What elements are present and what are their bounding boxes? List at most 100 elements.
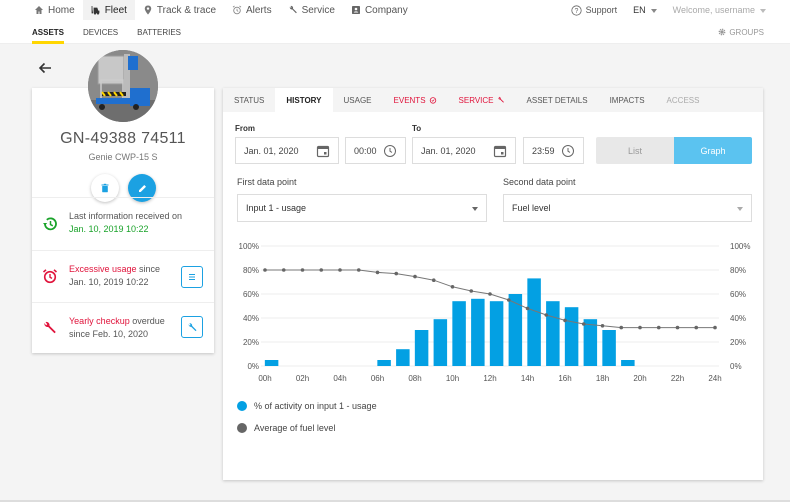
x-tick-label: 18h (596, 374, 609, 383)
subnav-batteries[interactable]: BATTERIES (137, 20, 181, 44)
tab-events[interactable]: EVENTS (383, 88, 448, 112)
to-time-input[interactable]: 23:59 (523, 137, 584, 164)
nav-service[interactable]: Service (280, 0, 343, 20)
bar (583, 319, 598, 366)
tab-service-label: SERVICE (458, 95, 494, 105)
support-label: Support (585, 5, 618, 15)
fuel-level-point (413, 274, 417, 279)
fuel-level-point (638, 325, 642, 330)
legend-label-fuel: Average of fuel level (254, 423, 336, 433)
alarm-clock-icon (232, 5, 242, 15)
wrench-icon (44, 321, 56, 334)
nav-service-label: Service (301, 4, 335, 16)
groups-button[interactable]: GROUPS (718, 20, 764, 44)
forklift-icon (91, 6, 100, 15)
subnav-devices[interactable]: DEVICES (83, 20, 118, 44)
legend-item-usage[interactable]: % of activity on input 1 - usage (237, 401, 377, 411)
alarm-icon (429, 97, 436, 104)
main-nav: Home Fleet Track & trace Alerts Service … (26, 0, 416, 20)
tab-service[interactable]: SERVICE (448, 88, 516, 112)
to-date-input[interactable]: Jan. 01, 2020 (412, 137, 516, 164)
chevron-down-icon (760, 8, 766, 13)
clock-icon[interactable] (561, 144, 575, 158)
fuel-level-point (375, 270, 380, 275)
legend-label-usage: % of activity on input 1 - usage (254, 401, 377, 411)
y-tick-label-left: 100% (239, 242, 259, 251)
tab-asset-details[interactable]: ASSET DETAILS (516, 88, 599, 112)
first-data-point-select[interactable]: Input 1 - usage (237, 194, 487, 222)
fuel-level-point (675, 325, 680, 330)
bar (546, 301, 560, 366)
bar (452, 301, 466, 366)
tab-history[interactable]: HISTORY (275, 88, 333, 112)
x-tick-label: 14h (521, 374, 534, 383)
y-tick-label-right: 80% (730, 266, 746, 275)
tab-impacts[interactable]: IMPACTS (599, 88, 656, 112)
tab-usage[interactable]: USAGE (333, 88, 383, 112)
second-data-point-value: Fuel level (512, 203, 551, 213)
calendar-icon[interactable] (493, 144, 507, 158)
groups-label: GROUPS (729, 27, 764, 37)
list-view-button[interactable]: List (596, 137, 674, 164)
user-menu[interactable]: Welcome, username (673, 5, 766, 15)
y-tick-label-right: 100% (730, 242, 750, 251)
language-dropdown[interactable]: EN (633, 5, 657, 15)
graph-view-button[interactable]: Graph (674, 137, 752, 164)
fuel-level-point (544, 313, 549, 317)
first-data-point-label: First data point (237, 177, 297, 187)
company-badge-icon (351, 6, 360, 14)
service-button[interactable] (181, 316, 203, 338)
y-tick-label-right: 60% (730, 290, 746, 299)
second-data-point-select[interactable]: Fuel level (503, 194, 752, 222)
y-tick-label-right: 40% (730, 314, 746, 323)
second-data-point-label: Second data point (503, 177, 576, 187)
checkup-label[interactable]: Yearly checkup (69, 316, 130, 326)
checkup-date: since Feb. 10, 2020 (69, 329, 149, 339)
fuel-level-point (394, 271, 399, 276)
bar (264, 360, 279, 366)
asset-tabs: STATUS HISTORY USAGE EVENTS SERVICE ASSE… (223, 88, 763, 112)
bar (377, 360, 391, 366)
asset-model: Genie CWP-15 S (88, 152, 158, 162)
legend-item-fuel[interactable]: Average of fuel level (237, 423, 335, 433)
x-tick-label: 00h (258, 374, 271, 383)
fuel-level-point (506, 298, 511, 302)
nav-company[interactable]: Company (343, 0, 416, 20)
y-tick-label-right: 20% (730, 338, 746, 347)
asset-id: GN-49388 74511 (60, 130, 186, 147)
back-arrow-icon[interactable] (37, 60, 53, 76)
user-nav: ? Support EN Welcome, username (570, 0, 766, 20)
tab-impacts-label: IMPACTS (609, 95, 645, 105)
tab-history-label: HISTORY (286, 95, 322, 105)
from-date-input[interactable]: Jan. 01, 2020 (235, 137, 339, 164)
chevron-down-icon (472, 207, 478, 211)
nav-home[interactable]: Home (26, 0, 83, 20)
bar (489, 301, 504, 366)
y-tick-label-left: 40% (243, 314, 259, 323)
x-tick-label: 06h (371, 374, 384, 383)
from-time-input[interactable]: 00:00 (345, 137, 406, 164)
y-tick-label-right: 0% (730, 362, 742, 371)
y-tick-label-left: 0% (247, 362, 259, 371)
nav-alerts[interactable]: Alerts (224, 0, 280, 20)
top-navigation-bar: Home Fleet Track & trace Alerts Service … (0, 0, 790, 20)
nav-track-trace[interactable]: Track & trace (135, 0, 224, 20)
fuel-level-point (356, 268, 361, 272)
subnav-assets[interactable]: ASSETS (32, 20, 65, 44)
clock-icon[interactable] (383, 144, 397, 158)
bar (433, 319, 448, 366)
last-info-date: Jan. 10, 2019 10:22 (69, 224, 149, 234)
checkup-suffix: overdue (129, 316, 165, 326)
tab-status[interactable]: STATUS (223, 88, 275, 112)
tab-access[interactable]: ACCESS (656, 88, 711, 112)
trash-icon (101, 183, 109, 193)
pencil-icon (138, 184, 146, 192)
support-link[interactable]: ? Support (570, 4, 618, 16)
excessive-usage-label[interactable]: Excessive usage (69, 264, 137, 274)
nav-fleet[interactable]: Fleet (82, 0, 135, 20)
calendar-icon[interactable] (316, 144, 330, 158)
tab-access-label: ACCESS (666, 95, 700, 105)
help-circle-icon: ? (570, 4, 582, 16)
view-usage-list-button[interactable] (181, 266, 203, 288)
x-tick-label: 02h (296, 374, 309, 383)
